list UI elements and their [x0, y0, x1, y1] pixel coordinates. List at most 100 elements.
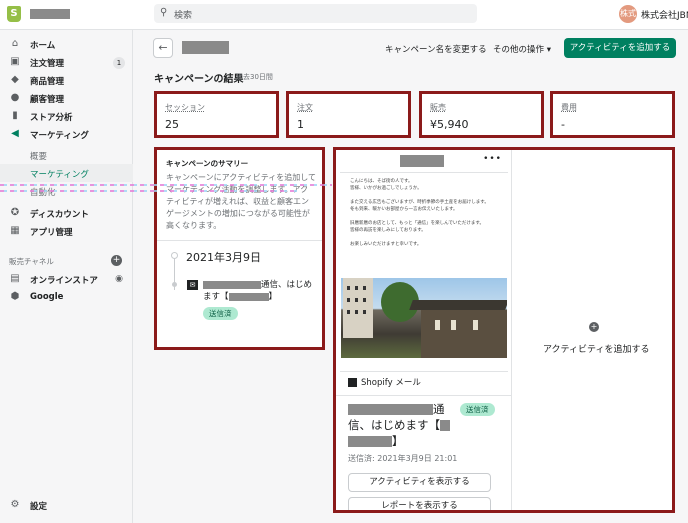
rename-campaign-button[interactable]: キャンペーン名を変更する [385, 43, 487, 55]
analytics-icon: ▮ [12, 110, 18, 121]
eye-icon[interactable]: ◉ [115, 274, 123, 284]
plus-circle-icon: + [589, 322, 599, 332]
preview-line [350, 213, 500, 220]
sent-timestamp: 送信済: 2021年3月9日 21:01 [348, 454, 458, 463]
add-activity-button[interactable]: アクティビティを追加する [564, 38, 676, 58]
customer-icon: ● [10, 92, 20, 103]
sidebar: ⌂ ホーム ▣ 注文管理 1 ◆ 商品管理 ● 顧客管理 ▮ ストア分析 ◀ マ… [0, 30, 133, 523]
sidebar-sub-label: マーケティング [30, 170, 89, 180]
metric-label[interactable]: 費用 [561, 102, 577, 113]
sidebar-item-discounts[interactable]: ✪ ディスカウント [0, 205, 133, 223]
activity-area: ••• こんにちは、そば街の人です。 皆様、いかがお過ごしでしょうか。 また交え… [333, 147, 675, 513]
email-title-text: ます【 [203, 292, 229, 302]
gear-icon: ⚙ [10, 499, 20, 510]
render-artifact [0, 190, 300, 192]
sidebar-item-label: マーケティング [30, 131, 89, 141]
view-report-button[interactable]: レポートを表示する [348, 497, 491, 510]
search-icon: ⚲ [160, 7, 168, 18]
store-name-redacted [30, 9, 70, 19]
metric-cost: 費用 - [550, 91, 675, 138]
sidebar-item-label: ホーム [30, 41, 56, 51]
search-placeholder: 検索 [174, 11, 193, 21]
divider [336, 395, 511, 396]
orders-badge: 1 [113, 57, 125, 69]
divider [157, 240, 322, 241]
back-button[interactable]: ← [153, 38, 173, 58]
shopify-logo-icon[interactable]: S [7, 6, 21, 22]
sidebar-item-orders[interactable]: ▣ 注文管理 1 [0, 54, 133, 72]
results-period: 過去30日間 [236, 73, 273, 81]
add-activity-label: アクティビティを追加する [543, 345, 650, 355]
metric-orders: 注文 1 [286, 91, 411, 138]
apps-icon: ▦ [10, 225, 20, 236]
sidebar-item-analytics[interactable]: ▮ ストア分析 [0, 108, 133, 126]
photo-house [421, 310, 507, 358]
summary-description: キャンペーンにアクティビティを追加してマーケティング活動を調整します。アクティビ… [166, 173, 316, 230]
shopify-email-icon [348, 378, 357, 387]
view-activity-button[interactable]: アクティビティを表示する [348, 473, 491, 492]
preview-title-redacted [400, 155, 444, 167]
redacted-text [348, 404, 433, 415]
metric-value: 25 [165, 118, 179, 131]
preview-photo [341, 278, 507, 358]
divider [340, 172, 508, 173]
preview-line: こんにちは、そば街の人です。 [350, 179, 413, 184]
more-options-icon[interactable]: ••• [483, 154, 502, 164]
sidebar-item-label: 商品管理 [30, 77, 65, 87]
google-icon: ⬢ [10, 291, 20, 302]
campaign-title-redacted [182, 41, 229, 54]
metric-label[interactable]: 注文 [297, 102, 313, 113]
sidebar-item-label: ディスカウント [30, 210, 89, 220]
sidebar-item-products[interactable]: ◆ 商品管理 [0, 72, 133, 90]
more-actions-button[interactable]: その他の操作 ▾ [493, 43, 551, 55]
sidebar-sub-overview[interactable]: 概要 [0, 146, 133, 164]
status-badge: 送信済 [203, 307, 238, 320]
arrow-left-icon: ← [158, 41, 168, 54]
sidebar-item-marketing[interactable]: ◀ マーケティング [0, 126, 133, 144]
preview-line [350, 192, 500, 199]
sidebar-item-label: 注文管理 [30, 59, 65, 69]
email-channel-label: Shopify メール [361, 378, 421, 388]
store-icon: ▤ [10, 273, 20, 284]
metric-label[interactable]: セッション [165, 102, 205, 113]
timeline-email-title[interactable]: 通信、はじめ ます【 】 [203, 279, 322, 303]
avatar[interactable]: 株式 [619, 5, 637, 23]
sidebar-sub-marketing[interactable]: マーケティング [0, 164, 133, 182]
email-activity-card: ••• こんにちは、そば街の人です。 皆様、いかがお過ごしでしょうか。 また交え… [336, 150, 512, 510]
email-subject-text: 信、はじめます【 [348, 418, 440, 432]
orders-icon: ▣ [10, 56, 20, 67]
add-activity-card[interactable]: + アクティビティを追加する [513, 150, 672, 510]
add-channel-icon[interactable]: + [111, 255, 122, 266]
tag-icon: ◆ [11, 74, 19, 85]
sales-channel-heading: 販売チャネル [9, 257, 54, 266]
preview-line: 皆様、いかがお過ごしでしょうか。 [350, 186, 422, 191]
redacted-text [440, 420, 450, 431]
metric-value: 1 [297, 118, 304, 131]
sidebar-sub-label: 概要 [30, 152, 48, 162]
metric-label[interactable]: 販売 [430, 102, 446, 113]
redacted-text [203, 280, 261, 289]
sidebar-item-customers[interactable]: ● 顧客管理 [0, 90, 133, 108]
render-artifact [0, 184, 332, 186]
email-channel: Shopify メール [348, 376, 421, 388]
sidebar-item-home[interactable]: ⌂ ホーム [0, 36, 133, 54]
sidebar-item-settings[interactable]: ⚙ 設定 [0, 497, 133, 515]
email-subject-text: 通 [433, 402, 445, 416]
sidebar-item-apps[interactable]: ▦ アプリ管理 [0, 223, 133, 241]
timeline-date: 2021年3月9日 [186, 251, 261, 264]
mail-icon: ✉ [187, 280, 198, 290]
metric-value: ¥5,940 [430, 118, 469, 131]
preview-line: 冬も到来、暖かいお部屋から一言お伝えいたします。 [350, 207, 458, 212]
sidebar-item-online-store[interactable]: ▤ オンラインストア ◉ [0, 271, 133, 289]
search-input[interactable]: ⚲ 検索 [154, 4, 477, 23]
preview-line: 旧暦新暦のお店として、もっと「通信」を楽しんでいただけます。 [350, 221, 484, 226]
sidebar-item-label: 顧客管理 [30, 95, 65, 105]
home-icon: ⌂ [11, 38, 19, 49]
email-subject-text: 】 [392, 434, 404, 448]
results-title: キャンペーンの結果 [154, 74, 244, 85]
timeline-dot [172, 282, 177, 287]
account-store-name[interactable]: 株式会社JBN [641, 8, 688, 21]
sidebar-item-google[interactable]: ⬢ Google [0, 289, 133, 307]
email-preview[interactable]: ••• こんにちは、そば街の人です。 皆様、いかがお過ごしでしょうか。 また交え… [340, 152, 508, 372]
more-actions-label: その他の操作 [493, 45, 545, 55]
